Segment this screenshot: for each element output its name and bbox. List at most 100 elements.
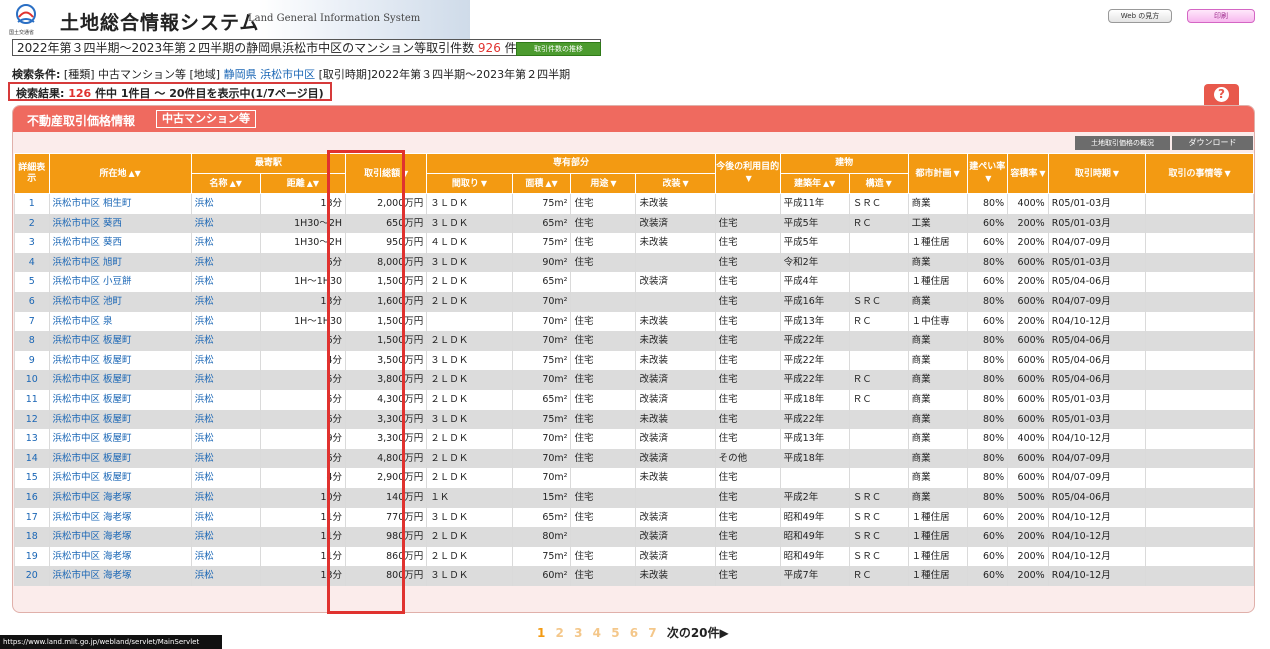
row-station-link[interactable]: 浜松	[190, 213, 261, 234]
condition-pref-link[interactable]: 静岡県	[224, 68, 257, 81]
price-overview-button[interactable]: 土地取引価格の概況	[1075, 136, 1170, 150]
row-location-link[interactable]: 浜松市中区 泉	[48, 311, 192, 332]
print-button[interactable]: 印刷	[1187, 9, 1255, 23]
row-use: 住宅	[570, 350, 637, 371]
row-area: 90m²	[511, 252, 572, 273]
page-link[interactable]: 4	[593, 626, 601, 640]
row-number[interactable]: 18	[14, 527, 50, 547]
row-station-link[interactable]: 浜松	[190, 233, 261, 253]
col-renovation[interactable]: 改装 ▼	[635, 173, 716, 194]
app-subtitle: Land General Information System	[248, 13, 421, 24]
row-location-link[interactable]: 浜松市中区 板屋町	[48, 370, 192, 390]
col-use[interactable]: 用途 ▼	[570, 173, 637, 194]
row-location-link[interactable]: 浜松市中区 海老塚	[48, 546, 192, 567]
row-station-link[interactable]: 浜松	[190, 527, 261, 547]
row-renovation: 未改装	[635, 193, 716, 214]
row-station-link[interactable]: 浜松	[190, 272, 261, 292]
row-layout: ２ＬＤＫ	[426, 546, 513, 567]
page-link[interactable]: 5	[611, 626, 619, 640]
row-location-link[interactable]: 浜松市中区 海老塚	[48, 507, 192, 528]
page-link[interactable]: 6	[630, 626, 638, 640]
row-location-link[interactable]: 浜松市中区 相生町	[48, 193, 192, 214]
row-number[interactable]: 12	[14, 409, 50, 430]
row-location-link[interactable]: 浜松市中区 小豆餅	[48, 272, 192, 292]
row-station-link[interactable]: 浜松	[190, 546, 261, 567]
col-station-name[interactable]: 名称 ▲▼	[190, 173, 261, 194]
row-location-link[interactable]: 浜松市中区 葵西	[48, 233, 192, 253]
row-station-link[interactable]: 浜松	[190, 291, 261, 312]
row-location-link[interactable]: 浜松市中区 海老塚	[48, 487, 192, 508]
row-number[interactable]: 16	[14, 487, 50, 508]
row-number[interactable]: 17	[14, 507, 50, 528]
row-location-link[interactable]: 浜松市中区 板屋町	[48, 468, 192, 488]
row-station-link[interactable]: 浜松	[190, 507, 261, 528]
row-number[interactable]: 4	[14, 252, 50, 273]
row-number[interactable]: 8	[14, 331, 50, 351]
row-station-link[interactable]: 浜松	[190, 252, 261, 273]
row-station-link[interactable]: 浜松	[190, 429, 261, 449]
row-number[interactable]: 2	[14, 213, 50, 234]
download-button[interactable]: ダウンロード	[1172, 136, 1253, 150]
row-number[interactable]: 11	[14, 389, 50, 410]
row-far: 600%	[1007, 468, 1049, 488]
row-location-link[interactable]: 浜松市中区 葵西	[48, 213, 192, 234]
row-station-link[interactable]: 浜松	[190, 389, 261, 410]
row-number[interactable]: 14	[14, 448, 50, 469]
row-number[interactable]: 1	[14, 193, 50, 214]
web-help-button[interactable]: Web の見方	[1108, 9, 1172, 23]
row-location-link[interactable]: 浜松市中区 板屋町	[48, 350, 192, 371]
row-station-link[interactable]: 浜松	[190, 566, 261, 586]
row-station-link[interactable]: 浜松	[190, 350, 261, 371]
row-location-link[interactable]: 浜松市中区 海老塚	[48, 527, 192, 547]
col-area[interactable]: 面積 ▲▼	[511, 173, 572, 194]
row-location-link[interactable]: 浜松市中区 板屋町	[48, 389, 192, 410]
row-number[interactable]: 3	[14, 233, 50, 253]
col-future-use[interactable]: 今後の利用目的▼	[714, 153, 781, 194]
col-built-year[interactable]: 建築年 ▲▼	[779, 173, 850, 194]
row-location-link[interactable]: 浜松市中区 池町	[48, 291, 192, 312]
row-station-link[interactable]: 浜松	[190, 409, 261, 430]
row-number[interactable]: 9	[14, 350, 50, 371]
row-number[interactable]: 6	[14, 291, 50, 312]
row-structure	[848, 429, 909, 449]
row-location-link[interactable]: 浜松市中区 旭町	[48, 252, 192, 273]
row-location-link[interactable]: 浜松市中区 板屋町	[48, 331, 192, 351]
transaction-trend-button[interactable]: 取引件数の推移	[516, 42, 601, 56]
row-number[interactable]: 10	[14, 370, 50, 390]
row-location-link[interactable]: 浜松市中区 板屋町	[48, 409, 192, 430]
col-structure[interactable]: 構造 ▼	[848, 173, 909, 194]
help-icon[interactable]: ?	[1214, 87, 1229, 102]
help-tab[interactable]: ?	[1204, 84, 1239, 105]
page-link[interactable]: 3	[574, 626, 582, 640]
row-location-link[interactable]: 浜松市中区 海老塚	[48, 566, 192, 586]
col-period[interactable]: 取引時期 ▼	[1047, 153, 1147, 194]
col-location[interactable]: 所在地 ▲▼	[48, 153, 192, 194]
page-link[interactable]: 2	[556, 626, 564, 640]
row-renovation: 改装済	[635, 546, 716, 567]
row-number[interactable]: 20	[14, 566, 50, 586]
row-number[interactable]: 7	[14, 311, 50, 332]
row-station-link[interactable]: 浜松	[190, 487, 261, 508]
row-location-link[interactable]: 浜松市中区 板屋町	[48, 429, 192, 449]
row-station-link[interactable]: 浜松	[190, 193, 261, 214]
row-number[interactable]: 19	[14, 546, 50, 567]
col-circumstances[interactable]: 取引の事情等 ▼	[1145, 153, 1254, 194]
page-link[interactable]: 7	[648, 626, 656, 640]
row-number[interactable]: 5	[14, 272, 50, 292]
row-station-link[interactable]: 浜松	[190, 331, 261, 351]
row-station-link[interactable]: 浜松	[190, 370, 261, 390]
next-page-link[interactable]: 次の20件▶	[667, 626, 729, 640]
col-far[interactable]: 容積率 ▼	[1007, 153, 1049, 194]
condition-city-link[interactable]: 浜松市中区	[260, 68, 315, 81]
row-location-link[interactable]: 浜松市中区 板屋町	[48, 448, 192, 469]
row-station-link[interactable]: 浜松	[190, 311, 261, 332]
row-number[interactable]: 15	[14, 468, 50, 488]
col-layout[interactable]: 間取り ▼	[426, 173, 513, 194]
row-use: 住宅	[570, 331, 637, 351]
row-station-link[interactable]: 浜松	[190, 468, 261, 488]
col-coverage[interactable]: 建ぺい率▼	[966, 153, 1009, 194]
col-city-plan[interactable]: 都市計画 ▼	[907, 153, 968, 194]
row-station-link[interactable]: 浜松	[190, 448, 261, 469]
row-number[interactable]: 13	[14, 429, 50, 449]
row-structure: ＲＣ	[848, 389, 909, 410]
